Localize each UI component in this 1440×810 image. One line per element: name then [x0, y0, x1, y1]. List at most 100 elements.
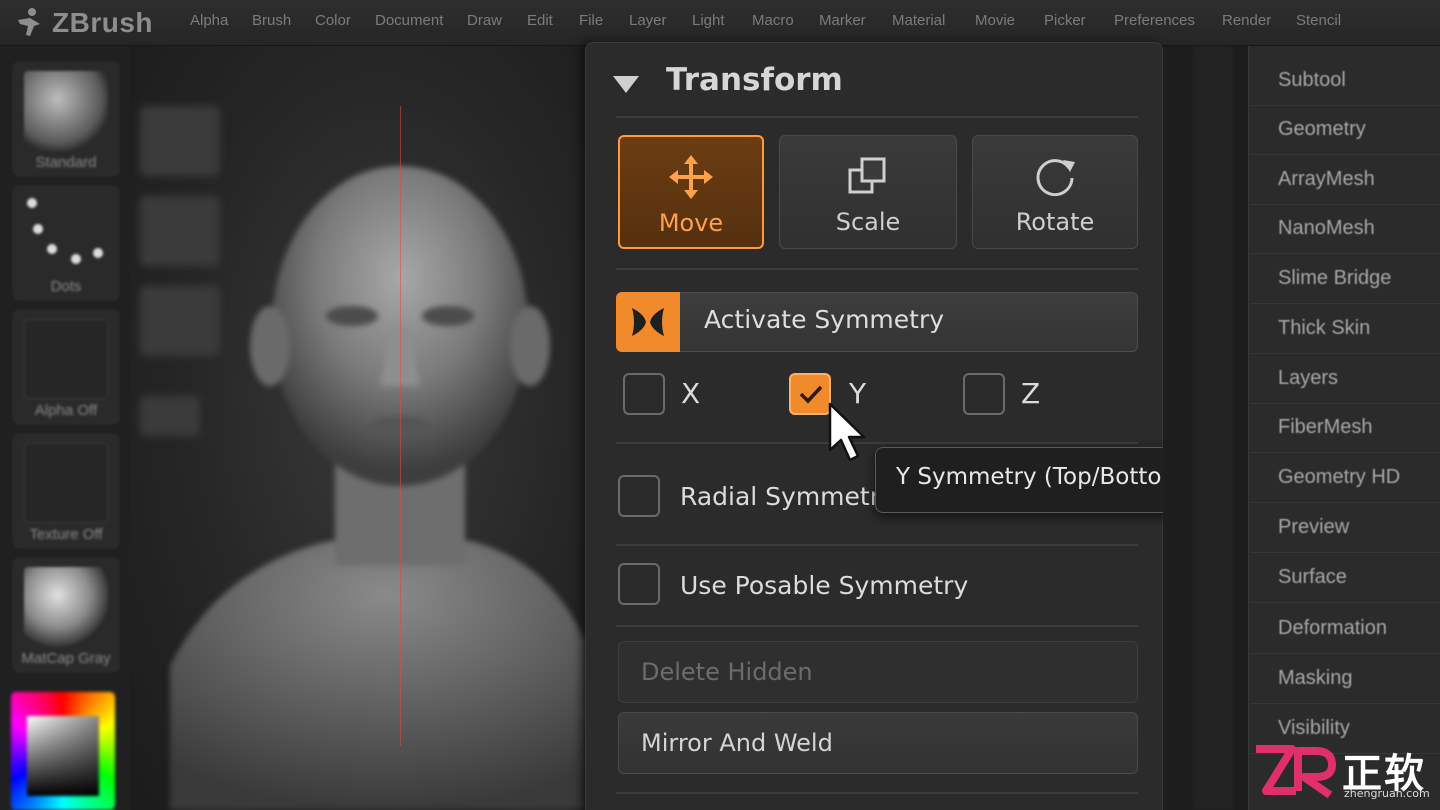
- menu-label: ArrayMesh: [1278, 168, 1375, 190]
- menu-picker[interactable]: Picker: [1044, 12, 1086, 29]
- canvas-viewport[interactable]: [130, 46, 585, 810]
- mouse-cursor-icon: [828, 402, 866, 462]
- menu-brush[interactable]: Brush: [252, 12, 291, 29]
- rotate-button[interactable]: Rotate: [972, 135, 1138, 249]
- menu-deformation[interactable]: Deformation: [1250, 605, 1440, 654]
- menu-label: Thick Skin: [1278, 317, 1371, 339]
- scale-button[interactable]: Scale: [779, 135, 957, 249]
- menu-fibermesh[interactable]: FiberMesh: [1250, 404, 1440, 453]
- menu-color[interactable]: Color: [315, 12, 351, 29]
- divider: [616, 442, 1138, 444]
- menu-arraymesh[interactable]: ArrayMesh: [1250, 156, 1440, 205]
- tile-label: Dots: [50, 278, 82, 295]
- divider: [616, 792, 1138, 794]
- move-button[interactable]: Move: [618, 135, 764, 249]
- menu-label: NanoMesh: [1278, 217, 1375, 239]
- menu-movie[interactable]: Movie: [975, 12, 1015, 29]
- menu-render[interactable]: Render: [1222, 12, 1271, 29]
- rotate-label: Rotate: [1015, 208, 1095, 236]
- symmetry-toggle[interactable]: [616, 292, 680, 352]
- menu-stencil[interactable]: Stencil: [1296, 12, 1341, 29]
- texture-off-tile[interactable]: Texture Off: [13, 434, 119, 548]
- matcap-gray-tile[interactable]: MatCap Gray: [13, 558, 119, 672]
- menu-document[interactable]: Document: [375, 12, 443, 29]
- mirror-and-weld-button[interactable]: Mirror And Weld: [618, 712, 1138, 774]
- alpha-off-icon: [24, 319, 108, 399]
- zr-logo-icon: [1256, 745, 1336, 799]
- menu-label: Subtool: [1278, 69, 1346, 91]
- tile-label: Alpha Off: [34, 402, 98, 419]
- scale-icon: [848, 157, 886, 194]
- menu-draw[interactable]: Draw: [467, 12, 502, 29]
- collapse-triangle-icon[interactable]: [613, 76, 639, 93]
- menu-material[interactable]: Material: [892, 12, 945, 29]
- x-axis-label: X: [681, 377, 701, 410]
- delete-hidden-label: Delete Hidden: [641, 658, 813, 686]
- texture-off-icon: [24, 443, 108, 523]
- divider: [616, 268, 1138, 270]
- divider: [616, 544, 1138, 546]
- menu-masking[interactable]: Masking: [1250, 655, 1440, 704]
- rotate-icon: [1036, 159, 1075, 197]
- x-axis-checkbox[interactable]: [623, 373, 665, 415]
- menu-label: Masking: [1278, 667, 1353, 689]
- menu-alpha[interactable]: Alpha: [190, 12, 228, 29]
- checkmark-icon: [799, 385, 823, 404]
- menu-slime-bridge[interactable]: Slime Bridge: [1250, 255, 1440, 304]
- menu-light[interactable]: Light: [692, 12, 725, 29]
- divider: [616, 116, 1138, 118]
- menu-geometry-hd[interactable]: Geometry HD: [1250, 454, 1440, 503]
- menu-geometry[interactable]: Geometry: [1250, 106, 1440, 155]
- color-picker[interactable]: [11, 692, 115, 810]
- radial-symmetry-checkbox[interactable]: [618, 475, 660, 517]
- panel-gutter: [1163, 46, 1248, 810]
- activate-symmetry-label: Activate Symmetry: [704, 305, 945, 334]
- matcap-sphere-icon: [24, 567, 108, 647]
- divider: [616, 625, 1138, 627]
- standard-brush-icon: [24, 71, 108, 151]
- menu-bar: ZBrush Alpha Brush Color Document Draw E…: [0, 0, 1440, 46]
- y-axis-checkbox[interactable]: [789, 373, 831, 415]
- menu-preview[interactable]: Preview: [1250, 504, 1440, 553]
- alpha-off-tile[interactable]: Alpha Off: [13, 310, 119, 424]
- panel-title[interactable]: Transform: [666, 62, 843, 98]
- scale-label: Scale: [835, 208, 901, 236]
- posable-symmetry-label: Use Posable Symmetry: [680, 571, 969, 600]
- menu-surface[interactable]: Surface: [1250, 554, 1440, 603]
- menu-subtool[interactable]: Subtool: [1250, 57, 1440, 106]
- dots-stroke-icon: [24, 195, 108, 275]
- menu-label: Surface: [1278, 566, 1347, 588]
- menu-layer[interactable]: Layer: [629, 12, 667, 29]
- menu-file[interactable]: File: [579, 12, 603, 29]
- menu-macro[interactable]: Macro: [752, 12, 794, 29]
- app-logo[interactable]: ZBrush: [12, 6, 153, 40]
- app-name: ZBrush: [52, 7, 153, 38]
- symmetry-butterfly-icon: [632, 308, 664, 336]
- move-arrows-icon: [669, 155, 713, 199]
- menu-label: Preview: [1278, 516, 1350, 538]
- tile-label: Standard: [35, 154, 97, 171]
- posable-symmetry-checkbox[interactable]: [618, 563, 660, 605]
- menu-nanomesh[interactable]: NanoMesh: [1250, 205, 1440, 254]
- tooltip-text: Y Symmetry (Top/Bottom): [896, 464, 1193, 490]
- dots-stroke-tile[interactable]: Dots: [13, 186, 119, 300]
- menu-layers[interactable]: Layers: [1250, 355, 1440, 404]
- standard-brush-tile[interactable]: Standard: [13, 62, 119, 176]
- site-watermark: 正软 zhengruan.com: [1250, 735, 1440, 810]
- menu-label: Geometry: [1278, 118, 1366, 140]
- z-axis-label: Z: [1021, 377, 1041, 410]
- menu-marker[interactable]: Marker: [819, 12, 866, 29]
- z-axis-checkbox[interactable]: [963, 373, 1005, 415]
- menu-edit[interactable]: Edit: [527, 12, 553, 29]
- tile-label: MatCap Gray: [21, 650, 111, 667]
- menu-label: Slime Bridge: [1278, 267, 1392, 289]
- menu-thick-skin[interactable]: Thick Skin: [1250, 305, 1440, 354]
- color-picker-square[interactable]: [27, 716, 99, 796]
- menu-label: Layers: [1278, 367, 1339, 389]
- head-sculpt-model[interactable]: [130, 46, 585, 810]
- mirror-and-weld-label: Mirror And Weld: [641, 729, 833, 757]
- symmetry-guide-line: [400, 106, 401, 746]
- delete-hidden-button[interactable]: Delete Hidden: [618, 641, 1138, 703]
- move-label: Move: [658, 209, 724, 237]
- menu-preferences[interactable]: Preferences: [1114, 12, 1195, 29]
